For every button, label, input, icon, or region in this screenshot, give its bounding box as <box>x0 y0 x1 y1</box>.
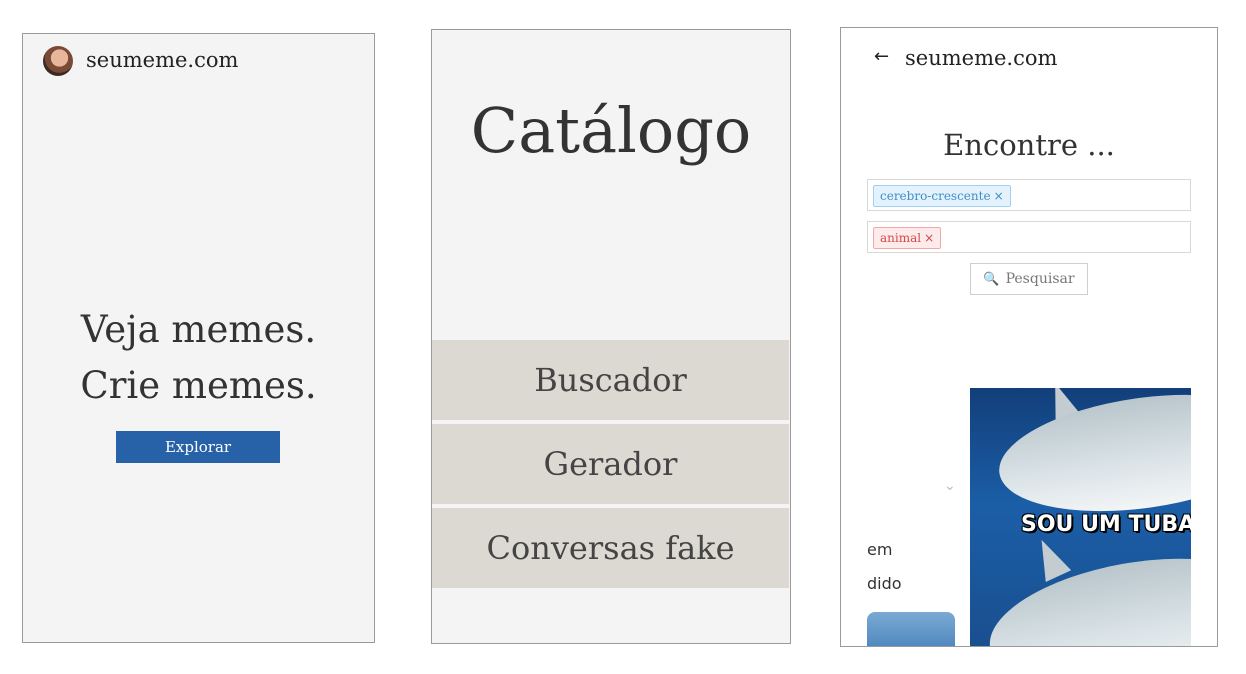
tag-chip-label: cerebro-crescente <box>880 189 991 203</box>
search-heading: Encontre ... <box>943 128 1115 162</box>
menu-item-buscador[interactable]: Buscador <box>432 340 789 420</box>
tagline-line-2: Crie memes. <box>80 364 317 407</box>
partial-text: em <box>867 540 893 559</box>
search-button-label: Pesquisar <box>1005 271 1075 287</box>
site-name[interactable]: seumeme.com <box>905 46 1057 70</box>
partial-thumbnail[interactable] <box>867 612 955 646</box>
search-button[interactable]: 🔍 Pesquisar <box>970 263 1088 295</box>
chevron-down-icon[interactable]: ⌄ <box>944 478 956 494</box>
tag-input[interactable]: animal × <box>867 221 1191 253</box>
back-arrow-icon[interactable]: ← <box>874 46 889 67</box>
tag-chip-label: animal <box>880 231 922 245</box>
shark-shape <box>979 538 1191 646</box>
remove-tag-icon[interactable]: × <box>994 189 1004 203</box>
search-icon: 🔍 <box>983 272 1000 287</box>
avatar[interactable] <box>43 46 73 76</box>
site-name[interactable]: seumeme.com <box>86 48 238 72</box>
tag-chip: cerebro-crescente × <box>873 185 1011 207</box>
shark-shape <box>991 388 1191 528</box>
tag-chip: animal × <box>873 227 942 249</box>
explore-button[interactable]: Explorar <box>116 431 280 463</box>
meme-image[interactable]: SOU UM TUBAR <box>970 388 1191 646</box>
tagline-line-1: Veja memes. <box>80 308 317 351</box>
menu-item-conversas-fake[interactable]: Conversas fake <box>432 508 789 588</box>
home-screen: seumeme.com Veja memes. Crie memes. Expl… <box>22 33 375 643</box>
search-screen: ← seumeme.com Encontre ... cerebro-cresc… <box>840 27 1218 647</box>
page-title: Catálogo <box>470 94 752 167</box>
meme-caption: SOU UM TUBAR <box>1021 512 1191 537</box>
catalog-screen: Catálogo Buscador Gerador Conversas fake <box>431 29 791 644</box>
menu-item-gerador[interactable]: Gerador <box>432 424 789 504</box>
partial-text: dido <box>867 574 902 593</box>
tag-input[interactable]: cerebro-crescente × <box>867 179 1191 211</box>
remove-tag-icon[interactable]: × <box>924 231 934 245</box>
shark-fin <box>1028 533 1072 583</box>
